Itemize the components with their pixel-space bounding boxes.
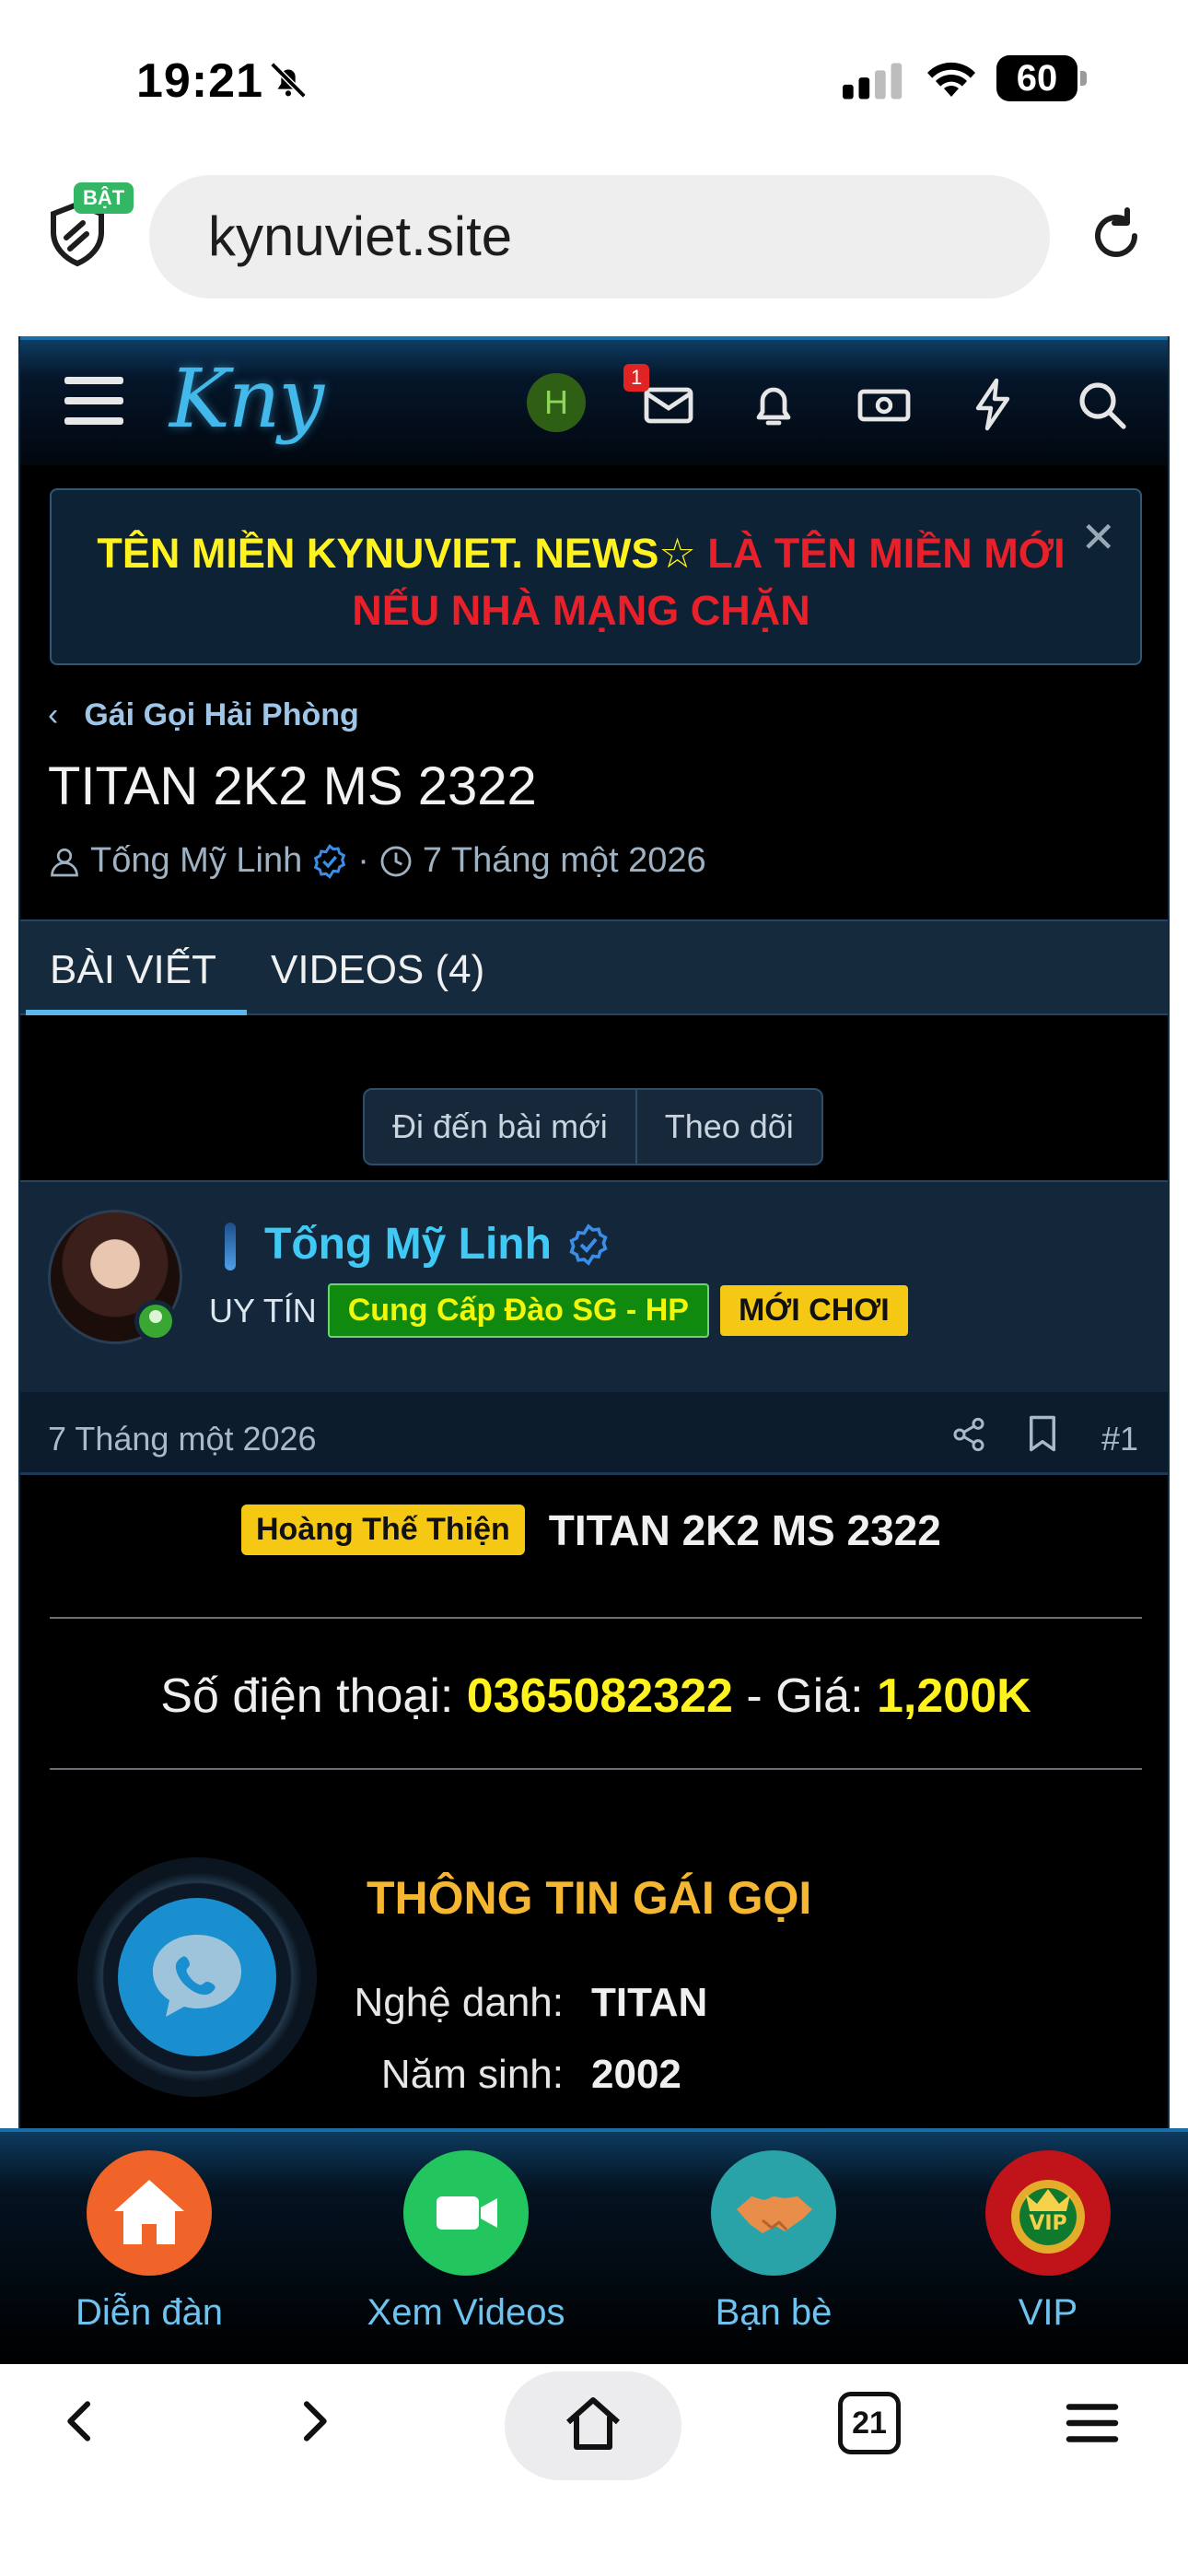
post-prefix-tag[interactable]: Hoàng Thế Thiện — [241, 1505, 525, 1555]
thread-meta: Tống Mỹ Linh · 7 Tháng một 2026 — [48, 841, 706, 881]
divider — [50, 1768, 1142, 1770]
home-icon — [87, 2150, 212, 2276]
tab-posts[interactable]: BÀI VIẾT — [50, 947, 216, 993]
post-number[interactable]: #1 — [1101, 1420, 1138, 1458]
role-tag-green: Cung Cấp Đào SG - HP — [327, 1283, 709, 1338]
close-icon[interactable]: ✕ — [1080, 512, 1116, 562]
wifi-icon — [927, 62, 975, 97]
active-tab-indicator — [26, 1010, 247, 1015]
breadcrumb[interactable]: ‹ Gái Gọi Hải Phòng — [48, 697, 359, 733]
user-rank-bar — [225, 1223, 236, 1270]
online-status-icon — [134, 1300, 177, 1342]
vip-crown-icon: VIP — [985, 2150, 1111, 2276]
chevron-left-icon: ‹ — [48, 697, 59, 732]
url-text[interactable]: kynuviet.site — [208, 205, 512, 268]
tabs-button[interactable]: 21 — [838, 2392, 901, 2454]
video-camera-icon — [403, 2150, 529, 2276]
money-icon[interactable] — [855, 375, 914, 434]
post-meta-bar: 7 Tháng một 2026 #1 — [20, 1392, 1168, 1475]
thread-tabs: BÀI VIẾT VIDEOS (4) — [20, 919, 1168, 1015]
cellular-signal-icon — [843, 63, 903, 100]
post-author-card: Tống Mỹ Linh UY TÍN Cung Cấp Đào SG - HP… — [20, 1180, 1168, 1392]
price-value: 1,200K — [877, 1669, 1031, 1723]
phone-number[interactable]: 0365082322 — [467, 1669, 733, 1723]
back-icon[interactable] — [55, 2395, 107, 2447]
bookmark-icon[interactable] — [1026, 1414, 1059, 1453]
search-icon[interactable] — [1072, 375, 1131, 434]
author-name[interactable]: Tống Mỹ Linh — [264, 1219, 611, 1270]
phone-bubble-icon — [153, 1935, 241, 2017]
author-name-text[interactable]: Tống Mỹ Linh — [264, 1219, 552, 1270]
follow-button[interactable]: Theo dõi — [635, 1090, 821, 1164]
author-roles: UY TÍN Cung Cấp Đào SG - HP MỚI CHƠI — [209, 1283, 908, 1338]
site-header: Kny H 1 — [20, 336, 1168, 465]
verified-badge-icon — [314, 843, 346, 879]
status-time: 19:21 — [136, 54, 263, 108]
forward-icon[interactable] — [287, 2395, 339, 2447]
post-title: TITAN 2K2 MS 2322 — [548, 1505, 941, 1554]
menu-icon[interactable] — [64, 377, 123, 432]
bell-icon[interactable] — [744, 375, 803, 434]
site-content: Kny H 1 TÊN MIỀN KYNUVIET. NEWS☆ LÀ TÊN … — [18, 336, 1170, 2363]
silent-bell-icon — [270, 62, 307, 99]
role-tag-yellow: MỚI CHƠI — [719, 1285, 908, 1336]
shield-status-badge: BẬT — [74, 182, 134, 214]
info-row: Năm sinh: 2002 — [380, 2052, 681, 2097]
contact-bubble[interactable] — [77, 1857, 317, 2097]
info-row: Nghệ danh: TITAN — [354, 1980, 708, 2025]
home-icon[interactable] — [560, 2392, 626, 2458]
site-bottom-nav: Diễn đàn Xem Videos Bạn bè VIP VIP — [0, 2128, 1188, 2364]
battery-level: 60 — [1016, 58, 1058, 99]
nav-friends[interactable]: Bạn bè — [663, 2150, 884, 2334]
role-label: UY TÍN — [209, 1291, 317, 1329]
divider — [50, 1617, 1142, 1619]
phone-price-line: Số điện thoại: 0365082322 - Giá: 1,200K — [160, 1669, 1031, 1723]
domain-notice: TÊN MIỀN KYNUVIET. NEWS☆ LÀ TÊN MIỀN MỚI… — [50, 488, 1142, 665]
nav-vip[interactable]: VIP VIP — [938, 2150, 1159, 2334]
thread-author[interactable]: Tống Mỹ Linh — [90, 841, 302, 881]
thread-actions: Đi đến bài mới Theo dõi — [363, 1088, 823, 1165]
reload-icon[interactable] — [1087, 206, 1146, 265]
notice-yellow-text: TÊN MIỀN KYNUVIET. NEWS☆ — [97, 530, 696, 577]
share-icon[interactable] — [950, 1416, 987, 1453]
menu-icon[interactable] — [1065, 2397, 1120, 2449]
goto-new-post-button[interactable]: Đi đến bài mới — [365, 1090, 635, 1164]
verified-badge-icon — [569, 1223, 608, 1266]
user-icon — [51, 848, 78, 876]
info-section-title: THÔNG TIN GÁI GỌI — [367, 1872, 812, 1924]
handshake-icon — [711, 2150, 836, 2276]
breadcrumb-label[interactable]: Gái Gọi Hải Phòng — [84, 697, 358, 732]
user-avatar[interactable]: H — [527, 373, 586, 432]
lightning-icon[interactable] — [963, 375, 1022, 434]
tab-videos[interactable]: VIDEOS (4) — [271, 947, 484, 993]
nav-forum[interactable]: Diễn đàn — [39, 2150, 260, 2334]
svg-text:VIP: VIP — [1029, 2212, 1066, 2235]
post-date[interactable]: 7 Tháng một 2026 — [48, 1420, 317, 1458]
thread-date: 7 Tháng một 2026 — [422, 841, 706, 880]
battery-icon: 60 — [996, 55, 1087, 101]
clock-icon — [380, 846, 412, 876]
site-logo[interactable]: Kny — [169, 351, 324, 446]
inbox-count-badge: 1 — [623, 364, 650, 392]
post-pointer — [99, 1372, 146, 1392]
page-title: TITAN 2K2 MS 2322 — [48, 756, 537, 816]
status-bar: 19:21 60 — [0, 0, 1188, 157]
nav-videos[interactable]: Xem Videos — [355, 2150, 577, 2334]
